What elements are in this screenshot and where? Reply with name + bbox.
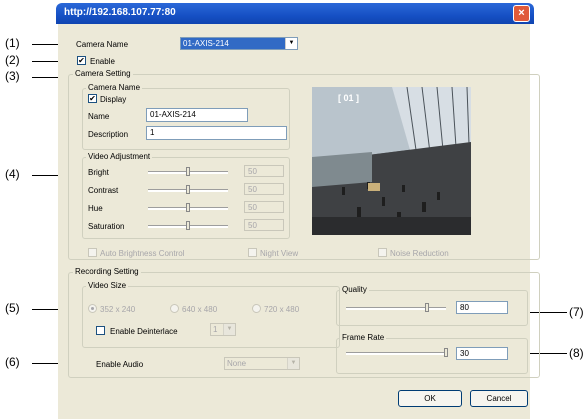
saturation-slider-thumb[interactable] <box>186 221 190 230</box>
camera-preview: [ 01 ] <box>312 87 471 235</box>
chevron-down-icon[interactable]: ▼ <box>223 324 235 335</box>
audio-select-value: None <box>227 359 247 368</box>
deinterlace-label: Enable Deinterlace <box>110 327 178 336</box>
camera-name-group-label: Camera Name <box>86 83 143 92</box>
display-checkbox[interactable]: ✔ <box>88 94 97 103</box>
chevron-down-icon[interactable]: ▼ <box>287 358 299 369</box>
name-field[interactable]: 01-AXIS-214 <box>146 108 248 122</box>
frame-rate-slider-thumb[interactable] <box>444 348 448 357</box>
frame-rate-slider-track[interactable] <box>346 352 446 355</box>
dialog-body: Camera Name 01-AXIS-214 ▼ ✔ Enable Camer… <box>58 24 540 419</box>
bright-value: 50 <box>244 165 284 177</box>
callout-1: (1) <box>5 36 20 50</box>
video-size-group <box>82 286 340 348</box>
callout-8: (8) <box>569 346 584 360</box>
night-view-checkbox[interactable] <box>248 248 257 257</box>
chevron-down-icon[interactable]: ▼ <box>285 38 297 49</box>
bright-slider-thumb[interactable] <box>186 167 190 176</box>
size-label-352: 352 x 240 <box>100 305 136 314</box>
size-radio-640[interactable] <box>170 304 179 313</box>
window-title: http://192.168.107.77:80 <box>64 7 176 18</box>
enable-label: Enable <box>90 57 115 66</box>
deinterlace-select[interactable]: 1 ▼ <box>210 323 236 336</box>
quality-value[interactable]: 80 <box>456 301 508 314</box>
enable-audio-label: Enable Audio <box>96 360 144 369</box>
slider-label-saturation: Saturation <box>88 222 125 231</box>
callout-3: (3) <box>5 69 20 83</box>
close-icon[interactable]: × <box>513 5 530 22</box>
enable-checkbox[interactable]: ✔ <box>77 56 86 65</box>
deinterlace-checkbox[interactable] <box>96 326 105 335</box>
slider-label-bright: Bright <box>88 168 109 177</box>
video-adjustment-label: Video Adjustment <box>86 152 153 161</box>
description-field[interactable]: 1 <box>146 126 287 140</box>
callout-6: (6) <box>5 355 20 369</box>
display-label: Display <box>100 95 127 104</box>
deinterlace-select-value: 1 <box>213 325 218 334</box>
frame-rate-label: Frame Rate <box>340 333 387 342</box>
size-radio-720[interactable] <box>252 304 261 313</box>
hue-value: 50 <box>244 201 284 213</box>
slider-label-hue: Hue <box>88 204 103 213</box>
contrast-slider-thumb[interactable] <box>186 185 190 194</box>
video-size-label: Video Size <box>86 281 129 290</box>
auto-brightness-checkbox[interactable] <box>88 248 97 257</box>
callout-5: (5) <box>5 301 20 315</box>
callout-2: (2) <box>5 53 20 67</box>
window-titlebar[interactable]: http://192.168.107.77:80 × <box>56 3 534 24</box>
noise-reduction-checkbox[interactable] <box>378 248 387 257</box>
camera-name-select-value: 01-AXIS-214 <box>183 39 229 48</box>
recording-setting-label: Recording Setting <box>73 267 141 276</box>
ok-button[interactable]: OK <box>398 390 462 407</box>
callout-7: (7) <box>569 305 584 319</box>
size-label-720: 720 x 480 <box>264 305 300 314</box>
camera-name-select[interactable]: 01-AXIS-214 ▼ <box>180 37 298 50</box>
callout-4: (4) <box>5 167 20 181</box>
name-label: Name <box>88 112 110 121</box>
contrast-value: 50 <box>244 183 284 195</box>
noise-reduction-label: Noise Reduction <box>390 249 449 258</box>
auto-brightness-label: Auto Brightness Control <box>100 249 185 258</box>
quality-label: Quality <box>340 285 369 294</box>
slider-label-contrast: Contrast <box>88 186 119 195</box>
cancel-button[interactable]: Cancel <box>470 390 528 407</box>
size-radio-352[interactable] <box>88 304 97 313</box>
preview-image <box>312 87 471 235</box>
description-label: Description <box>88 130 129 139</box>
quality-slider-thumb[interactable] <box>425 303 429 312</box>
night-view-label: Night View <box>260 249 299 258</box>
size-label-640: 640 x 480 <box>182 305 218 314</box>
quality-slider-track[interactable] <box>346 307 446 310</box>
camera-setting-label: Camera Setting <box>73 69 133 78</box>
audio-select[interactable]: None ▼ <box>224 357 300 370</box>
preview-channel-label: [ 01 ] <box>338 93 360 103</box>
saturation-value: 50 <box>244 219 284 231</box>
camera-name-label: Camera Name <box>76 40 129 49</box>
hue-slider-thumb[interactable] <box>186 203 190 212</box>
frame-rate-value[interactable]: 30 <box>456 347 508 360</box>
